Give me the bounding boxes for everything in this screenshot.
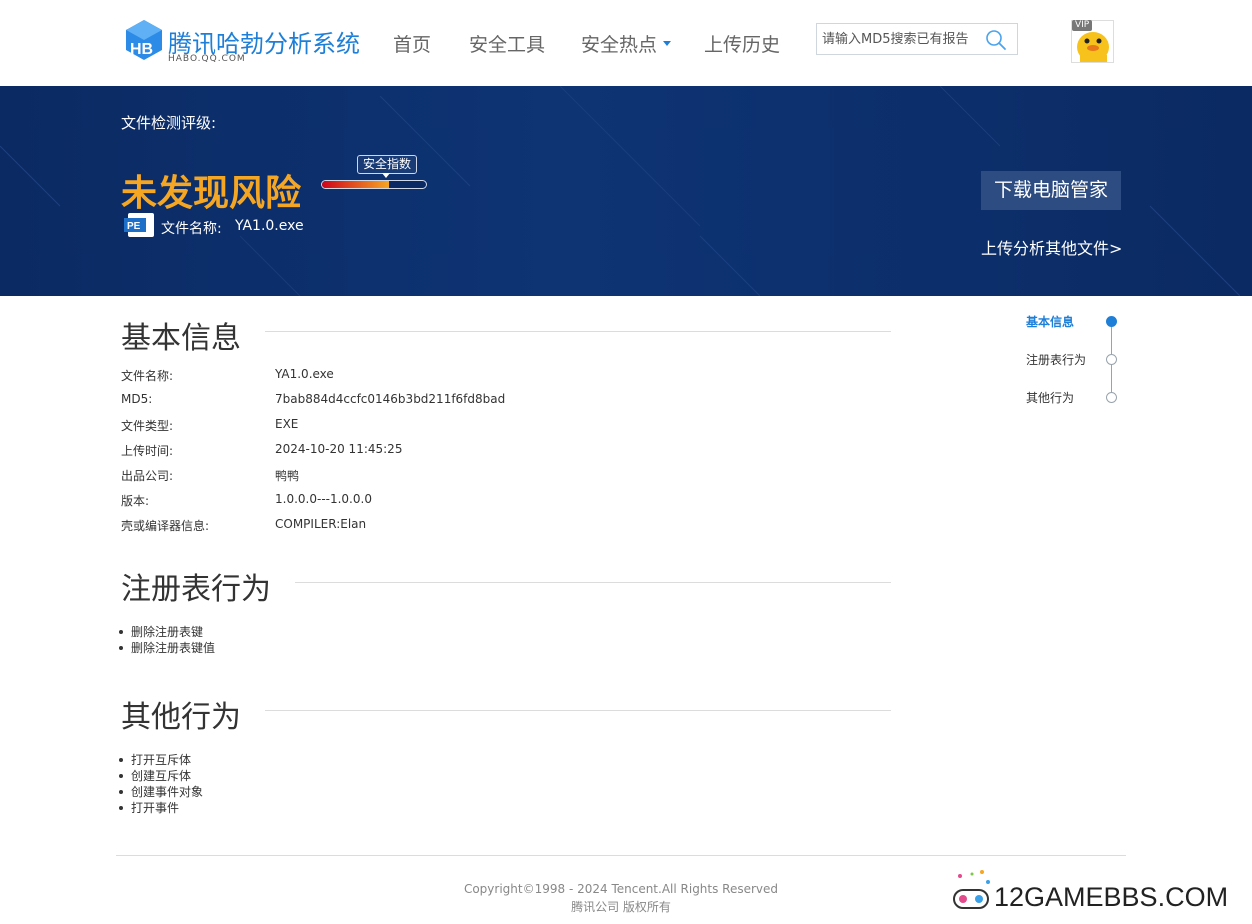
watermark: 12GAMEBBS.COM (952, 868, 1242, 916)
info-key: 上传时间: (121, 444, 174, 458)
filename-label: 文件名称: (161, 221, 222, 237)
md5-search-input[interactable] (822, 30, 984, 48)
pe-file-icon: PE (124, 213, 155, 237)
info-value: 7bab884d4ccfc0146b3bd211f6fd8bad (275, 392, 506, 406)
list-item: 创建互斥体 (118, 768, 203, 784)
section-side-nav: 基本信息 注册表行为 其他行为 (1026, 313, 1126, 413)
section-title-basic-info: 基本信息 (121, 313, 265, 357)
gamepad-icon (953, 870, 990, 909)
other-behavior-list: 打开互斥体 创建互斥体 创建事件对象 打开事件 (118, 752, 204, 816)
search-icon[interactable] (985, 29, 1007, 51)
side-nav-dot[interactable] (1106, 354, 1117, 365)
md5-search-box (816, 23, 1018, 55)
site-logo[interactable]: HB 腾讯哈勃分析系统 HABO.QQ.COM (124, 18, 364, 68)
section-title-other: 其他行为 (121, 692, 265, 736)
info-value: 1.0.0.0---1.0.0.0 (275, 492, 372, 506)
top-header: HB 腾讯哈勃分析系统 HABO.QQ.COM 首页 安全工具 安全热点 上传历… (0, 0, 1252, 86)
list-item: 打开事件 (118, 800, 203, 816)
info-value: 2024-10-20 11:45:25 (275, 442, 403, 456)
result-banner: 文件检测评级: 未发现风险 安全指数 PE 文件名称: YA1.0.exe 下载… (0, 86, 1252, 296)
watermark-text: 12GAMEBBS.COM (994, 882, 1229, 912)
risk-level: 未发现风险 (121, 173, 302, 214)
nav-security-tools[interactable]: 安全工具 (469, 30, 545, 57)
nav-security-hotspots[interactable]: 安全热点 (581, 30, 672, 57)
info-key: 文件名称: (121, 369, 174, 383)
safety-index-fill (322, 181, 389, 188)
safety-index-bar (321, 180, 427, 189)
list-item: 删除注册表键 (118, 624, 215, 640)
side-nav-registry[interactable]: 注册表行为 (1026, 351, 1086, 368)
list-item: 删除注册表键值 (118, 641, 216, 655)
list-item: 打开互斥体 (118, 752, 203, 768)
info-key: 壳或编译器信息: (121, 519, 210, 533)
info-value: YA1.0.exe (275, 367, 334, 381)
section-title-registry: 注册表行为 (121, 564, 295, 608)
info-key: MD5: (121, 392, 153, 406)
nav-upload-history[interactable]: 上传历史 (704, 30, 780, 57)
info-value: EXE (275, 417, 299, 431)
nav-security-hotspots-label: 安全热点 (581, 34, 658, 56)
side-nav-dot[interactable] (1106, 392, 1117, 403)
pe-file-icon-label: PE (127, 221, 141, 232)
eval-label: 文件检测评级: (121, 114, 217, 132)
logo-subtitle: HABO.QQ.COM (168, 54, 246, 64)
registry-behavior-list: 删除注册表键 删除注册表键值 (118, 624, 216, 656)
side-nav-basic-info[interactable]: 基本信息 (1026, 313, 1074, 330)
info-value: COMPILER:Elan (275, 517, 367, 531)
upload-other-file-link[interactable]: 上传分析其他文件> (981, 235, 1122, 259)
info-value: 鸭鸭 (275, 469, 300, 483)
vip-badge: VIP (1072, 20, 1093, 31)
footer-divider (116, 855, 1126, 856)
side-nav-dot-active[interactable] (1106, 316, 1117, 327)
list-item: 创建事件对象 (118, 785, 204, 799)
habo-logo-icon: HB (126, 20, 162, 60)
chevron-down-icon (663, 41, 672, 46)
svg-text:HB: HB (130, 41, 153, 58)
safety-index-tag: 安全指数 (357, 155, 418, 178)
filename-value: YA1.0.exe (235, 218, 304, 234)
info-key: 文件类型: (121, 419, 174, 433)
info-key: 版本: (121, 494, 150, 508)
nav-home[interactable]: 首页 (393, 30, 431, 57)
info-key: 出品公司: (121, 469, 174, 483)
download-pc-manager-button[interactable]: 下载电脑管家 (981, 171, 1121, 210)
side-nav-other[interactable]: 其他行为 (1026, 389, 1074, 406)
